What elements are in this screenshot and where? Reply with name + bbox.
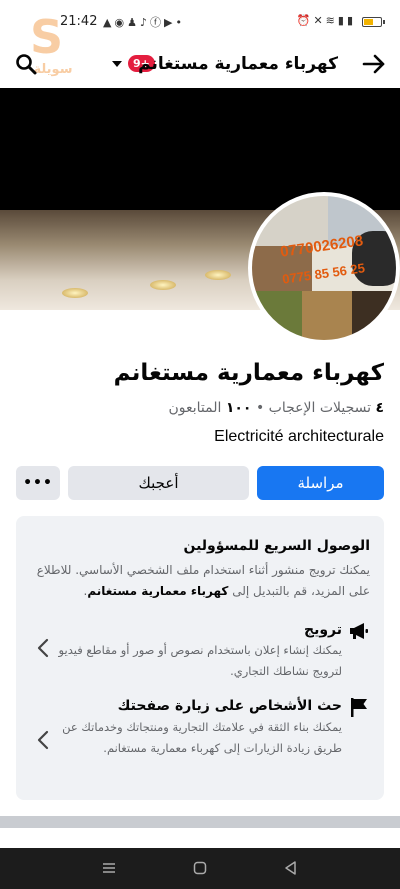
mute-icon: ✕ (313, 14, 326, 27)
back-icon[interactable] (283, 860, 299, 876)
facebook-icon: ⓕ (149, 16, 164, 29)
card-title: الوصول السريع للمسؤولين (183, 538, 370, 554)
page-description: Electricité architecturale (214, 428, 384, 445)
chevron-down-icon[interactable] (112, 61, 122, 67)
cover-dark-area (0, 88, 400, 210)
chevron-left-icon[interactable] (36, 730, 50, 750)
card-body: يمكنك ترويج منشور أثناء استخدام ملف الشخ… (30, 560, 370, 602)
visits-desc: يمكنك بناء الثقة في علامتك التجارية ومنت… (62, 720, 342, 755)
wifi-icon: ≋ (325, 14, 338, 27)
more-icon: ••• (23, 475, 53, 491)
promote-desc: يمكنك إنشاء إعلان باستخدام نصوص أو صور أ… (58, 643, 342, 678)
like-button[interactable]: أعجبك (68, 466, 249, 500)
stats-separator: • (255, 400, 265, 416)
ceiling-light (62, 288, 88, 298)
profile-avatar[interactable]: 0770026208 0775 85 56 25 (248, 192, 400, 344)
like-button-label: أعجبك (138, 474, 179, 492)
recent-apps-icon[interactable] (101, 860, 117, 876)
page-stats[interactable]: ٤ تسجيلات الإعجاب • ١٠٠ المتابعون (168, 400, 384, 416)
followers-label: المتابعون (168, 400, 222, 416)
ceiling-light (205, 270, 231, 280)
page-header: 9+ كهرباء معمارية مستغانم (0, 42, 400, 86)
chevron-left-icon[interactable] (36, 638, 50, 658)
notification-icons: ▲◉♟♪ⓕ▶• (103, 14, 185, 30)
admin-quick-access-card: الوصول السريع للمسؤولين يمكنك ترويج منشو… (16, 516, 384, 800)
section-divider (0, 816, 400, 828)
next-section (0, 828, 400, 848)
followers-count: ١٠٠ (225, 400, 252, 416)
avatar-tile (252, 291, 302, 340)
message-button[interactable]: مراسلة (257, 466, 384, 500)
arrow-right-icon[interactable] (360, 50, 388, 78)
battery-icon (362, 17, 385, 27)
avatar-tile (352, 291, 396, 340)
likes-count: ٤ (375, 400, 384, 416)
system-nav-bar (0, 848, 400, 889)
signal-icon: ▮▮ (337, 14, 356, 27)
megaphone-icon (350, 623, 368, 639)
notification-icon: ▲ (103, 16, 115, 29)
home-icon[interactable] (192, 860, 208, 876)
message-button-label: مراسلة (297, 474, 344, 492)
messenger-icon: ◉ (114, 16, 128, 29)
snapchat-icon: ♟ (127, 16, 140, 29)
more-options-button[interactable]: ••• (16, 466, 60, 500)
likes-label: تسجيلات الإعجاب (268, 400, 371, 416)
avatar-collage: 0770026208 0775 85 56 25 (252, 196, 396, 340)
more-dot-icon: • (175, 16, 185, 29)
alarm-icon: ⏰ (296, 14, 314, 27)
search-icon[interactable] (14, 52, 38, 76)
system-icons: ⏰✕≋▮▮ (297, 14, 356, 27)
ceiling-light (150, 280, 176, 290)
visits-title: حث الأشخاص على زيارة صفحتك (117, 698, 342, 714)
youtube-icon: ▶ (163, 16, 176, 29)
switch-profile-link[interactable]: كهرباء معمارية مستغانم (87, 584, 228, 598)
tiktok-icon: ♪ (139, 16, 150, 29)
page-title: كهرباء معمارية مستغانم (113, 360, 384, 386)
header-page-name[interactable]: كهرباء معمارية مستغانم (138, 54, 338, 74)
avatar-tile (302, 291, 352, 340)
promote-title: ترويج (303, 622, 342, 638)
flag-icon (351, 698, 367, 717)
